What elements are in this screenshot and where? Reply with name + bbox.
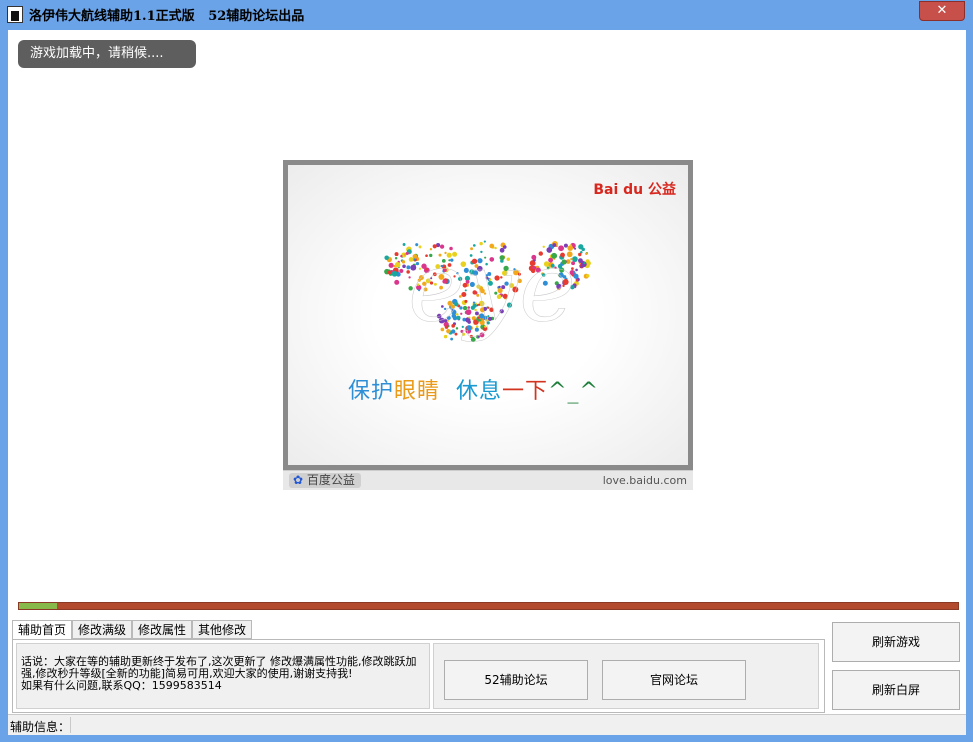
eye-word: eye bbox=[408, 231, 576, 343]
client-area: 游戏加载中，请稍候.... Bai du 公益 eye 保护眼睛 休息一下^_^… bbox=[8, 30, 966, 735]
eye-artwork: eye bbox=[384, 231, 591, 343]
eye-dot bbox=[402, 243, 406, 246]
close-button[interactable]: ✕ bbox=[919, 1, 965, 21]
notice-box: 话说：大家在等的辅助更新终于发布了,这次更新了 修改爆满属性功能,修改跳跃加强,… bbox=[16, 643, 430, 709]
link-area: 52辅助论坛 官网论坛 bbox=[433, 643, 819, 709]
refresh-blank-button[interactable]: 刷新白屏 bbox=[832, 670, 960, 710]
baidu-charity-logo: Bai du 公益 bbox=[593, 179, 676, 199]
eye-dot bbox=[586, 274, 590, 278]
baidu-logo-text: Bai du 公益 bbox=[593, 182, 676, 198]
window-title: 洛伊伟大航线辅助1.1正式版 52辅助论坛出品 bbox=[29, 9, 305, 24]
slogan-part-5: ^_^ bbox=[548, 379, 599, 404]
eye-dot bbox=[394, 256, 398, 260]
eye-dot bbox=[401, 260, 406, 264]
status-bar: 辅助信息： bbox=[8, 714, 966, 735]
slogan: 保护眼睛 休息一下^_^ bbox=[348, 373, 648, 405]
ad-footer-brand[interactable]: ✿ 百度公益 bbox=[289, 473, 361, 488]
app-window: 洛伊伟大航线辅助1.1正式版 52辅助论坛出品 ✕ 游戏加载中，请稍候.... … bbox=[0, 0, 973, 742]
title-bar[interactable]: 洛伊伟大航线辅助1.1正式版 52辅助论坛出品 ✕ bbox=[0, 0, 973, 30]
tab-max-level[interactable]: 修改满级 bbox=[72, 620, 132, 639]
eye-dot bbox=[580, 265, 583, 269]
refresh-game-button[interactable]: 刷新游戏 bbox=[832, 622, 960, 662]
eye-dot bbox=[399, 268, 404, 274]
slogan-part-3: 休息 bbox=[456, 379, 503, 404]
eye-dot bbox=[394, 261, 401, 268]
ad-footer: ✿ 百度公益 love.baidu.com bbox=[283, 470, 693, 490]
eye-dot bbox=[585, 252, 588, 256]
eye-dot bbox=[586, 260, 591, 266]
slogan-part-2: 眼睛 bbox=[394, 379, 441, 404]
tab-other[interactable]: 其他修改 bbox=[192, 620, 252, 639]
eye-dot bbox=[578, 244, 584, 250]
eye-dot bbox=[402, 264, 406, 269]
loading-toast: 游戏加载中，请稍候.... bbox=[18, 40, 196, 68]
slogan-part-1: 保护 bbox=[348, 379, 395, 404]
eye-dot bbox=[575, 279, 579, 282]
ad-image: Bai du 公益 eye 保护眼睛 休息一下^_^ bbox=[288, 165, 688, 465]
progress-fill bbox=[19, 603, 57, 609]
notice-line-2: 如果有什么问题,联系QQ：1599583514 bbox=[21, 679, 222, 692]
tab-attributes[interactable]: 修改属性 bbox=[132, 620, 192, 639]
app-icon bbox=[7, 6, 23, 23]
eye-dot bbox=[384, 255, 389, 261]
eye-dot bbox=[388, 262, 394, 268]
eye-dot bbox=[394, 252, 399, 257]
ad-footer-url[interactable]: love.baidu.com bbox=[603, 474, 687, 487]
load-progress-bar bbox=[18, 602, 959, 610]
notice-text: 话说：大家在等的辅助更新终于发布了,这次更新了 修改爆满属性功能,修改跳跃加强,… bbox=[21, 656, 427, 692]
tab-home[interactable]: 辅助首页 bbox=[12, 620, 72, 640]
notice-line-1: 话说：大家在等的辅助更新终于发布了,这次更新了 修改爆满属性功能,修改跳跃加强,… bbox=[21, 655, 417, 680]
paw-icon: ✿ bbox=[293, 473, 304, 487]
status-label: 辅助信息： bbox=[10, 720, 71, 734]
ad-footer-brand-label: 百度公益 bbox=[306, 473, 355, 487]
eye-dot bbox=[578, 252, 582, 257]
eye-dot bbox=[391, 270, 398, 277]
eye-dot bbox=[394, 279, 400, 285]
official-forum-button[interactable]: 官网论坛 bbox=[602, 660, 746, 700]
tab-panel-home: 话说：大家在等的辅助更新终于发布了,这次更新了 修改爆满属性功能,修改跳跃加强,… bbox=[12, 639, 825, 713]
ad-banner[interactable]: Bai du 公益 eye 保护眼睛 休息一下^_^ bbox=[283, 160, 693, 470]
status-value bbox=[70, 717, 962, 733]
eye-dot bbox=[400, 254, 403, 258]
eye-dot bbox=[578, 258, 583, 264]
eye-dot bbox=[387, 270, 392, 275]
eye-dot bbox=[583, 262, 586, 265]
forum52-button[interactable]: 52辅助论坛 bbox=[444, 660, 588, 700]
slogan-part-4: 一下 bbox=[502, 379, 549, 404]
